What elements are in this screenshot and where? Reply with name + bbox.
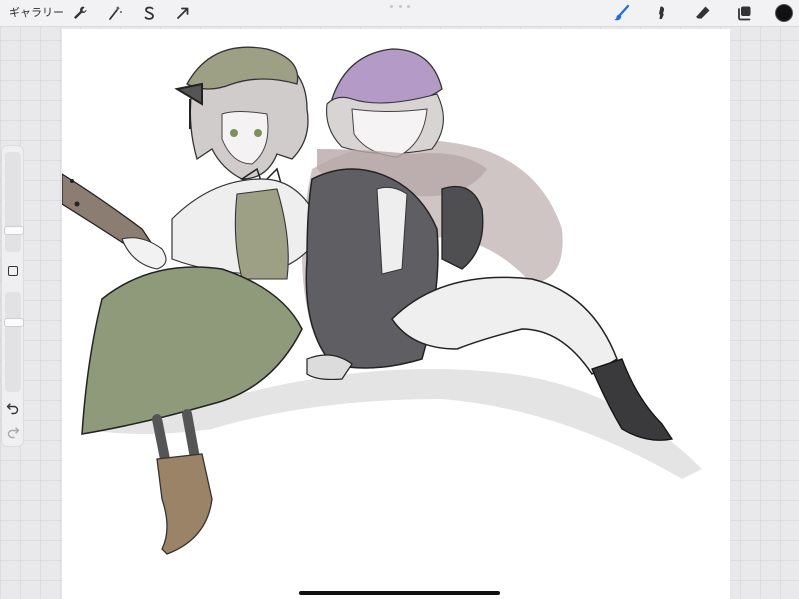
- eraser-icon[interactable]: [694, 4, 712, 22]
- left-eye-2: [254, 129, 262, 137]
- drawing-canvas[interactable]: [62, 29, 730, 599]
- artwork: [62, 46, 702, 555]
- toolbar-grabber[interactable]: [390, 5, 410, 8]
- smudge-icon[interactable]: [652, 4, 670, 22]
- right-inner-shirt: [376, 186, 408, 275]
- left-boot: [156, 453, 213, 555]
- selection-icon[interactable]: [140, 4, 158, 22]
- brush-size-slider-thumb[interactable]: [4, 226, 24, 235]
- brush-icon[interactable]: [612, 4, 630, 22]
- transform-arrow-icon[interactable]: [174, 4, 192, 22]
- opacity-slider-thumb[interactable]: [4, 318, 24, 327]
- left-eye: [230, 129, 238, 137]
- opacity-slider[interactable]: [4, 292, 24, 392]
- brush-size-slider[interactable]: [4, 152, 24, 252]
- modify-button[interactable]: [8, 266, 18, 276]
- home-indicator: [299, 591, 500, 595]
- magic-wand-icon[interactable]: [106, 4, 124, 22]
- left-hands: [121, 237, 167, 270]
- undo-icon[interactable]: [6, 401, 20, 415]
- top-toolbar: ギャラリー: [0, 0, 799, 27]
- color-picker-swatch[interactable]: [775, 4, 793, 22]
- right-arm: [441, 185, 484, 270]
- layers-icon[interactable]: [735, 4, 753, 22]
- left-sidebar: [1, 145, 24, 447]
- left-vest: [234, 188, 289, 280]
- wrench-icon[interactable]: [71, 4, 89, 22]
- redo-icon[interactable]: [6, 425, 20, 439]
- gallery-button[interactable]: ギャラリー: [9, 5, 64, 21]
